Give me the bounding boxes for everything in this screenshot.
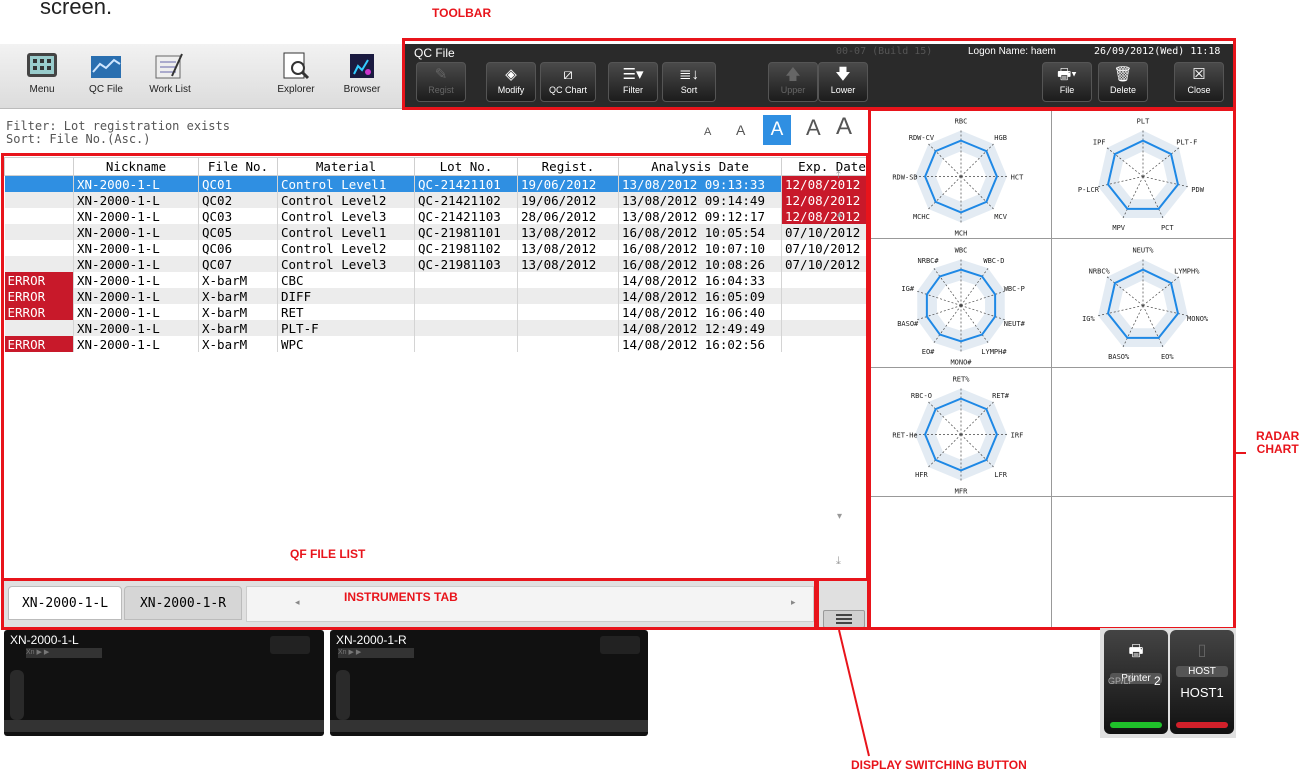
work-list-icon — [154, 52, 186, 80]
printer-icon: 🖶 — [1128, 643, 1144, 660]
instrument-footer-bar — [330, 720, 648, 732]
host-button[interactable]: ▯ HOST HOST1 — [1170, 630, 1234, 734]
sort-text: Sort: File No.(Asc.) — [6, 132, 151, 146]
menu-button[interactable]: Menu — [12, 52, 72, 95]
font-size-2[interactable]: A — [736, 122, 745, 138]
instrument-mini-status: Xn ▶ ▶ — [26, 648, 102, 658]
menu-label: Menu — [29, 84, 55, 95]
qc-file-label: QC File — [89, 84, 123, 95]
font-size-1[interactable]: A — [704, 126, 711, 138]
font-size-5[interactable]: A — [836, 113, 852, 141]
explorer-button[interactable]: Explorer — [266, 52, 326, 95]
explorer-label: Explorer — [277, 84, 315, 95]
annotation-display-switching: DISPLAY SWITCHING BUTTON — [851, 758, 1027, 772]
host-name: HOST1 — [1180, 685, 1224, 700]
instrument-panel-right[interactable]: XN-2000-1-R Xn ▶ ▶ — [330, 630, 648, 736]
instrument-name: XN-2000-1-R — [336, 633, 407, 647]
gp-lp-label: GP/LP — [1108, 676, 1135, 686]
annotation-toolbar: TOOLBAR — [432, 6, 492, 20]
host-doc-icon: ▯ — [1197, 642, 1207, 659]
main-toolbar: Menu QC File Work List Explorer Browser — [0, 44, 404, 109]
instrument-footer-bar — [4, 720, 324, 732]
host-status-bar — [1176, 722, 1228, 728]
host-label: HOST — [1176, 666, 1228, 677]
explorer-icon — [280, 52, 312, 80]
snippet-text: screen. — [40, 0, 113, 19]
filter-info: Filter: Lot registration exists Sort: Fi… — [6, 120, 230, 146]
display-switching-pointer — [838, 629, 870, 757]
toolbar-highlight — [402, 38, 1236, 110]
font-size-3-selected[interactable]: A — [763, 115, 791, 145]
instrument-mini-status: Xn ▶ ▶ — [338, 648, 414, 658]
instrument-name: XN-2000-1-L — [10, 633, 79, 647]
work-list-button[interactable]: Work List — [140, 52, 200, 95]
font-size-4[interactable]: A — [806, 115, 821, 141]
browser-button[interactable]: Browser — [332, 52, 392, 95]
browser-icon — [346, 52, 378, 80]
printer-button[interactable]: 🖶 Printer GP/LP 2 — [1104, 630, 1168, 734]
file-list-highlight — [1, 153, 869, 581]
qc-file-button[interactable]: QC File — [76, 52, 136, 95]
qc-file-icon — [90, 52, 122, 80]
printer-status-bar — [1110, 722, 1162, 728]
annotation-radar-chart: RADAR CHART — [1256, 429, 1300, 456]
menu-icon — [26, 52, 58, 80]
instrument-slot — [336, 670, 350, 720]
instrument-doc-icon — [600, 636, 640, 654]
work-list-label: Work List — [149, 84, 191, 95]
instrument-doc-icon — [270, 636, 310, 654]
browser-label: Browser — [343, 84, 381, 95]
radar-highlight — [868, 108, 1236, 630]
instrument-slot — [10, 670, 24, 720]
display-switching-highlight — [816, 578, 870, 630]
gp-lp-count: 2 — [1154, 674, 1161, 688]
radar-pointer-line — [1236, 452, 1246, 454]
instruments-tab-highlight — [1, 578, 817, 630]
instrument-panel-left[interactable]: XN-2000-1-L Xn ▶ ▶ — [4, 630, 324, 736]
